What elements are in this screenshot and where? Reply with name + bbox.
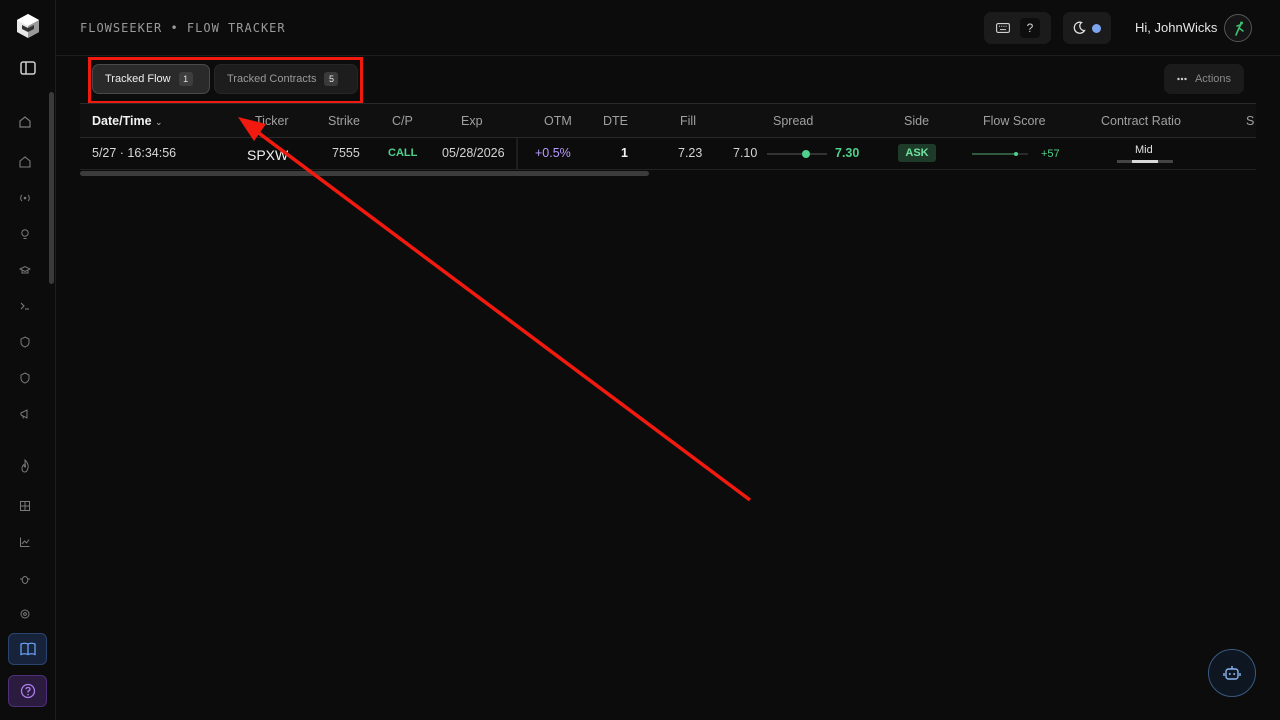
help-icon xyxy=(20,683,35,699)
cell-call-put: CALL xyxy=(388,147,418,159)
top-header: FLOWSEEKER • FLOW TRACKER ? Hi, JohnWick… xyxy=(56,0,1280,56)
home-icon[interactable] xyxy=(18,115,32,129)
broadcast-icon[interactable] xyxy=(19,192,31,204)
graduation-cap-icon[interactable] xyxy=(19,264,31,276)
flow-table: Date/Time ⌄ Ticker Strike C/P Exp OTM DT… xyxy=(80,103,1256,176)
avatar[interactable] xyxy=(1224,14,1252,42)
avatar-icon xyxy=(1235,21,1244,36)
table-header: Date/Time ⌄ Ticker Strike C/P Exp OTM DT… xyxy=(80,103,1256,138)
sort-chevron-icon: ⌄ xyxy=(155,117,163,127)
flow-score-fill xyxy=(972,153,1016,155)
theme-status-dot xyxy=(1092,23,1101,33)
flow-score-dot xyxy=(1013,152,1018,156)
spread-indicator-dot xyxy=(802,150,810,158)
robot-icon xyxy=(1223,666,1241,680)
sidebar-scrollbar[interactable] xyxy=(49,92,54,284)
keyboard-shortcuts-button[interactable]: ? xyxy=(984,12,1051,44)
docs-button[interactable] xyxy=(8,633,47,665)
contract-ratio-fill xyxy=(1132,160,1158,163)
column-header-side[interactable]: Side xyxy=(904,104,929,139)
line-chart-icon[interactable] xyxy=(19,536,31,548)
bug-icon[interactable] xyxy=(19,573,31,585)
cell-otm: +0.5% xyxy=(535,146,571,160)
user-greeting: Hi, JohnWicks xyxy=(1135,20,1218,35)
column-header-spread[interactable]: Spread xyxy=(773,104,813,139)
breadcrumb: FLOWSEEKER • FLOW TRACKER xyxy=(80,21,286,35)
cell-flow-score: +57 xyxy=(1041,148,1060,160)
column-header-dte[interactable]: DTE xyxy=(603,104,628,139)
contract-ratio-bar xyxy=(1117,160,1173,163)
shield-icon[interactable] xyxy=(19,336,31,348)
lightbulb-icon[interactable] xyxy=(19,228,31,240)
cell-dte: 1 xyxy=(621,146,628,160)
cell-strike: 7555 xyxy=(332,146,360,160)
megaphone-icon[interactable] xyxy=(19,408,31,420)
help-button[interactable] xyxy=(8,675,47,707)
cell-spread-ask: 7.30 xyxy=(835,146,860,160)
column-header-ticker[interactable]: Ticker xyxy=(255,104,289,139)
column-header-contract-ratio[interactable]: Contract Ratio xyxy=(1101,104,1181,139)
shield-alt-icon[interactable] xyxy=(19,372,31,384)
spread-indicator xyxy=(767,150,827,158)
sidebar-toggle-icon[interactable] xyxy=(19,59,37,77)
cell-fill: 7.23 xyxy=(678,146,703,160)
table-row[interactable]: 5/27 · 16:34:56 SPXW 7555 CALL 05/28/202… xyxy=(80,138,1256,170)
column-header-exp[interactable]: Exp xyxy=(461,104,483,139)
more-dots-icon xyxy=(1177,77,1187,81)
side-badge: ASK xyxy=(898,144,936,162)
flow-score-bar xyxy=(972,152,1028,156)
cell-spread-bid: 7.10 xyxy=(733,146,758,160)
keyboard-icon xyxy=(996,23,1010,33)
column-header-flow-score[interactable]: Flow Score xyxy=(983,104,1046,139)
logo-icon[interactable] xyxy=(14,12,42,40)
terminal-icon[interactable] xyxy=(19,300,31,312)
assistant-bot-button[interactable] xyxy=(1208,649,1256,697)
grid-icon[interactable] xyxy=(19,500,31,512)
cell-expiration: 05/28/2026 xyxy=(442,146,505,160)
actions-button[interactable]: Actions xyxy=(1164,64,1244,94)
theme-toggle[interactable] xyxy=(1063,12,1111,44)
flame-icon[interactable] xyxy=(19,459,31,473)
actions-label: Actions xyxy=(1194,73,1232,85)
column-header-strike[interactable]: Strike xyxy=(328,104,360,139)
moon-icon xyxy=(1073,21,1086,34)
table-horizontal-scrollbar[interactable] xyxy=(80,171,649,176)
cell-datetime: 5/27 · 16:34:56 xyxy=(92,146,177,160)
book-icon xyxy=(19,642,36,656)
cell-ticker[interactable]: SPXW xyxy=(247,140,288,172)
shortcut-key-label: ? xyxy=(1020,18,1040,38)
home-alt-icon[interactable] xyxy=(19,156,31,168)
column-header-cp[interactable]: C/P xyxy=(392,104,413,139)
column-header-otm[interactable]: OTM xyxy=(544,104,572,139)
column-header-truncated[interactable]: S xyxy=(1246,104,1254,139)
column-header-datetime[interactable]: Date/Time ⌄ xyxy=(92,104,163,139)
annotation-highlight-box xyxy=(88,57,363,104)
column-header-fill[interactable]: Fill xyxy=(680,104,696,139)
settings-icon[interactable] xyxy=(19,608,31,620)
sidebar xyxy=(0,0,56,720)
